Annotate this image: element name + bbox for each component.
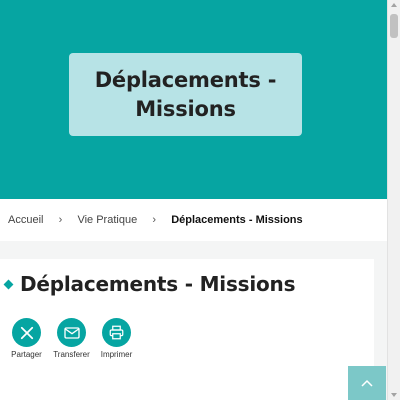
mail-icon[interactable] (57, 318, 86, 347)
breadcrumb-separator-icon: › (58, 214, 63, 226)
breadcrumb-link-accueil[interactable]: Accueil (8, 214, 43, 226)
page-title: Déplacements - Missions (20, 272, 296, 296)
hero-banner: Déplacements - Missions (0, 0, 387, 199)
page: Déplacements - Missions Accueil › Vie Pr… (0, 0, 387, 400)
hero-title: Déplacements - Missions (94, 67, 277, 121)
scroll-up-arrow-icon[interactable] (391, 3, 397, 7)
breadcrumb: Accueil › Vie Pratique › Déplacements - … (0, 199, 387, 241)
diamond-bullet-icon (3, 279, 14, 289)
page-scrollbar[interactable] (387, 0, 400, 400)
breadcrumb-current: Déplacements - Missions (171, 214, 303, 226)
breadcrumb-separator-icon: › (152, 214, 157, 226)
scroll-down-arrow-icon[interactable] (391, 393, 397, 397)
scroll-to-top-button[interactable] (348, 366, 386, 400)
chevron-up-icon (361, 379, 373, 387)
share-email-button[interactable]: Transferer (49, 318, 94, 359)
share-x-button[interactable]: Partager (4, 318, 49, 359)
x-logo-icon[interactable] (12, 318, 41, 347)
share-email-label: Transferer (53, 350, 90, 359)
scrollbar-thumb[interactable] (390, 14, 398, 38)
hero-title-card: Déplacements - Missions (69, 53, 302, 136)
share-print-label: Imprimer (100, 350, 133, 359)
share-toolbar: Partager Transferer Imprimer (4, 318, 139, 359)
share-print-button[interactable]: Imprimer (94, 318, 139, 359)
breadcrumb-link-vie-pratique[interactable]: Vie Pratique (77, 214, 137, 226)
printer-icon[interactable] (102, 318, 131, 347)
page-heading: Déplacements - Missions (3, 272, 295, 296)
share-x-label: Partager (11, 350, 42, 359)
